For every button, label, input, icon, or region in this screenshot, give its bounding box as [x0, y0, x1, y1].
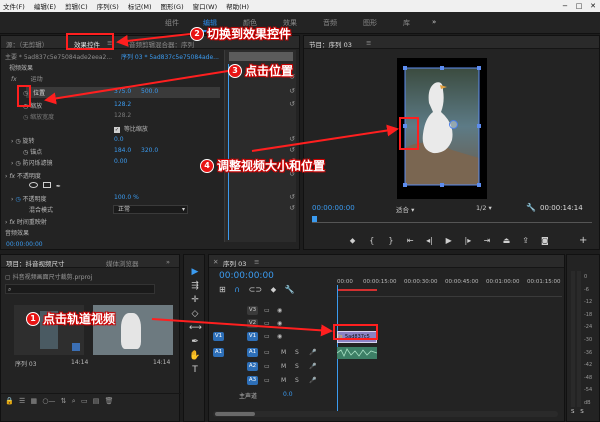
- callout-switch-to-effect-controls: 2 切换到效果控件: [190, 25, 291, 42]
- annotation-arrows: [44, 33, 399, 337]
- arrow-to-position: [44, 70, 229, 105]
- callout-text: 切换到效果控件: [207, 27, 292, 41]
- arrow-to-effect-controls: [116, 33, 191, 47]
- callout-number: 3: [228, 63, 242, 78]
- callout-number: 4: [200, 158, 214, 173]
- callout-text: 调整视频大小和位置: [217, 159, 326, 173]
- callout-number: 2: [190, 26, 204, 41]
- callout-text: 点击位置: [245, 64, 294, 78]
- callout-click-position: 3 点击位置: [228, 62, 293, 79]
- callout-click-track-video: 1 点击轨道视频: [26, 310, 115, 327]
- arrow-to-video-clip: [151, 318, 333, 337]
- arrow-to-frame: [251, 124, 399, 152]
- callout-text: 点击轨道视频: [43, 312, 116, 326]
- callout-number: 1: [26, 311, 40, 326]
- callout-adjust-size-position: 4 调整视频大小和位置: [200, 157, 325, 174]
